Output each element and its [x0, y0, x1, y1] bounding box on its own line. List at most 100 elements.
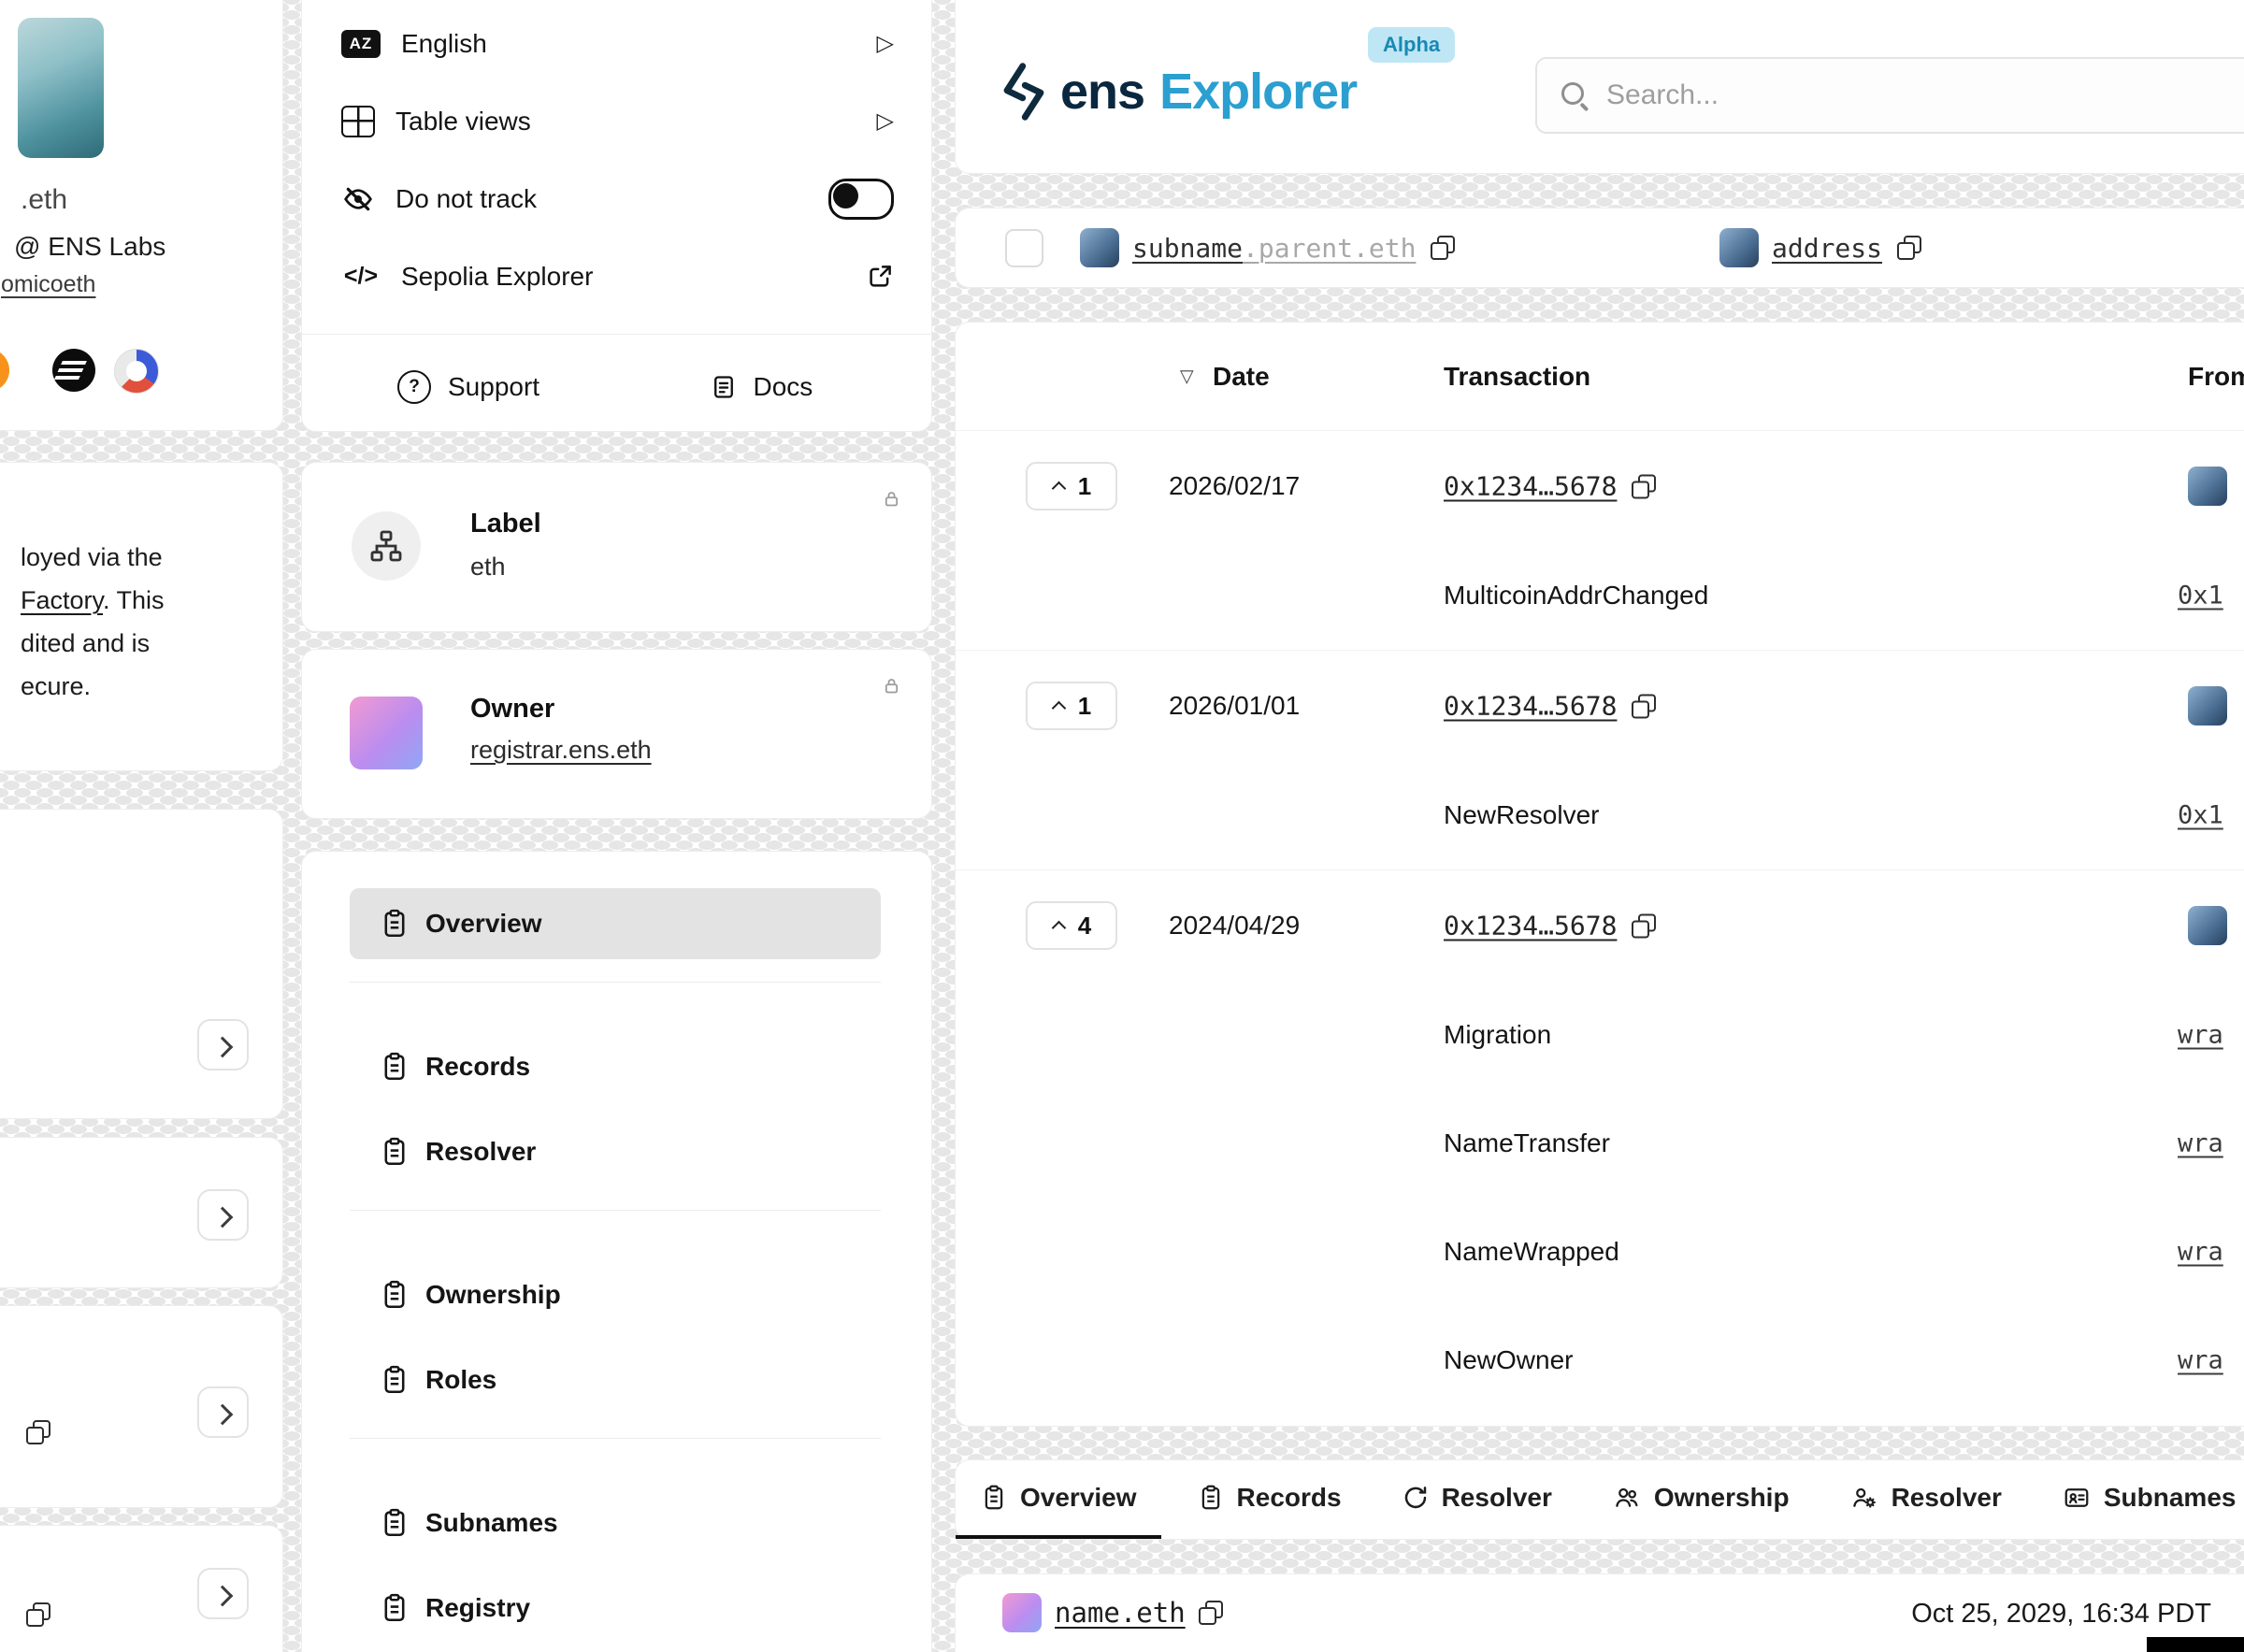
event-name: NameTransfer: [1444, 1128, 1610, 1158]
breadcrumb-bar: subname.parent.eth address: [955, 208, 2244, 288]
expand-panel-button[interactable]: [197, 1019, 249, 1070]
sort-icon[interactable]: ▽: [1180, 366, 1194, 387]
menu-item-do-not-track[interactable]: Do not track: [341, 160, 894, 237]
event-value-link[interactable]: wra: [2178, 1129, 2223, 1158]
table-header: ▽ Date Transaction From: [956, 323, 2244, 430]
event-value-link[interactable]: 0x1: [2178, 801, 2223, 830]
description-line: Factory. This: [21, 579, 165, 622]
transaction-hash-link[interactable]: 0x1234…5678: [1444, 691, 1617, 722]
do-not-track-toggle[interactable]: [828, 179, 894, 220]
solana-icon[interactable]: [52, 349, 95, 392]
collapsed-panel: [0, 1305, 283, 1508]
tab-records[interactable]: Records: [1172, 1460, 1366, 1539]
owner-title: Owner: [470, 694, 554, 725]
name-link[interactable]: name.eth: [1055, 1597, 1186, 1629]
event-value-link[interactable]: wra: [2178, 1021, 2223, 1050]
expand-transaction-button[interactable]: 1: [1026, 682, 1117, 730]
expand-transaction-button[interactable]: 1: [1026, 462, 1117, 510]
event-value-link[interactable]: wra: [2178, 1346, 2223, 1375]
profile-name: .eth: [21, 184, 67, 216]
tab-resolver[interactable]: Resolver: [1377, 1460, 1576, 1539]
copy-icon[interactable]: [1632, 694, 1656, 718]
brand[interactable]: ens Explorer: [1002, 57, 1357, 126]
external-link-icon: [866, 263, 894, 291]
sidebar-item-subnames[interactable]: Subnames: [350, 1487, 881, 1559]
copy-icon[interactable]: [1431, 236, 1455, 260]
copy-icon[interactable]: [1632, 913, 1656, 938]
docs-button[interactable]: Docs: [619, 372, 932, 402]
clipboard-icon: [980, 1484, 1008, 1512]
event-name: Migration: [1444, 1020, 1551, 1050]
event-row: MulticoinAddrChanged 0x1: [956, 541, 2244, 650]
docs-icon: [711, 372, 737, 402]
chevron-up-icon: [1052, 479, 1067, 494]
collapsed-panel: [0, 809, 283, 1119]
profile-handle-link[interactable]: omicoeth: [1, 271, 95, 298]
event-value-link[interactable]: 0x1: [2178, 582, 2223, 611]
owner-name-link[interactable]: registrar.ens.eth: [470, 736, 652, 765]
event-value-link[interactable]: wra: [2178, 1238, 2223, 1267]
column-date: Date: [1213, 362, 1270, 392]
people-icon: [1612, 1484, 1642, 1512]
column-from: From: [2188, 362, 2244, 392]
expand-transaction-button[interactable]: 4: [1026, 901, 1117, 950]
copy-icon[interactable]: [26, 1602, 50, 1627]
submenu-arrow-icon: ▷: [877, 108, 894, 135]
description-line: loyed via the: [21, 536, 165, 579]
transaction-hash-link[interactable]: 0x1234…5678: [1444, 911, 1617, 941]
expand-panel-button[interactable]: [197, 1386, 249, 1438]
menu-item-sepolia-explorer[interactable]: </> Sepolia Explorer: [341, 237, 894, 315]
address-avatar[interactable]: [1719, 228, 1759, 267]
person-gear-icon: [1849, 1484, 1879, 1512]
code-icon: </>: [341, 263, 381, 290]
search-bar: [1535, 57, 2244, 134]
tab-overview[interactable]: Overview: [956, 1460, 1161, 1539]
event-row: NameWrapped wra: [956, 1198, 2244, 1306]
factory-link[interactable]: Factory: [21, 586, 103, 614]
copy-icon[interactable]: [26, 1420, 50, 1444]
clipboard-icon: [379, 1592, 410, 1624]
app-header: ens Explorer Alpha: [955, 0, 2244, 174]
owner-avatar: [350, 697, 423, 769]
from-avatar[interactable]: [2188, 906, 2227, 945]
transaction-group: 4 2024/04/29 0x1234…5678 Migration wra N…: [956, 869, 2244, 1415]
eye-off-icon: [341, 184, 375, 214]
from-avatar[interactable]: [2188, 467, 2227, 506]
event-name: NewResolver: [1444, 800, 1600, 830]
lock-icon: [882, 676, 901, 696]
select-checkbox[interactable]: [1005, 229, 1043, 267]
bitcoin-icon[interactable]: [0, 349, 9, 392]
clipboard-icon: [379, 1136, 410, 1168]
divider: [302, 334, 931, 335]
copy-icon[interactable]: [1897, 236, 1921, 260]
breadcrumb-subname[interactable]: subname.parent.eth: [1132, 233, 1416, 264]
sidebar-item-registry[interactable]: Registry: [350, 1573, 881, 1644]
subname-avatar[interactable]: [1080, 228, 1119, 267]
copy-icon[interactable]: [1199, 1601, 1223, 1625]
event-row: Migration wra: [956, 981, 2244, 1089]
event-name: NewOwner: [1444, 1345, 1573, 1375]
sidebar-item-records[interactable]: Records: [350, 1031, 881, 1102]
question-icon: ?: [397, 370, 431, 404]
sidebar-item-ownership[interactable]: Ownership: [350, 1259, 881, 1330]
menu-item-language[interactable]: AZ English ▷: [341, 5, 894, 82]
expand-panel-button[interactable]: [197, 1568, 249, 1619]
tab-subnames[interactable]: Subnames: [2037, 1460, 2244, 1539]
from-avatar[interactable]: [2188, 686, 2227, 725]
transaction-hash-link[interactable]: 0x1234…5678: [1444, 471, 1617, 502]
copy-icon[interactable]: [1632, 474, 1656, 498]
sidebar-item-roles[interactable]: Roles: [350, 1344, 881, 1415]
sidebar-item-overview[interactable]: Overview: [350, 888, 881, 959]
menu-item-table-views[interactable]: Table views ▷: [341, 82, 894, 160]
clipboard-icon: [379, 1051, 410, 1083]
id-card-icon: [2062, 1484, 2092, 1512]
support-button[interactable]: ? Support: [302, 370, 619, 404]
tab-ownership[interactable]: Ownership: [1588, 1460, 1814, 1539]
search-input[interactable]: [1604, 79, 2244, 112]
breadcrumb-address[interactable]: address: [1772, 233, 1882, 264]
owner-card: Owner registrar.ens.eth: [301, 649, 932, 819]
profile-badge-icon[interactable]: [114, 349, 159, 394]
sidebar-item-resolver[interactable]: Resolver: [350, 1116, 881, 1187]
expand-panel-button[interactable]: [197, 1189, 249, 1241]
tab-resolver-2[interactable]: Resolver: [1825, 1460, 2026, 1539]
